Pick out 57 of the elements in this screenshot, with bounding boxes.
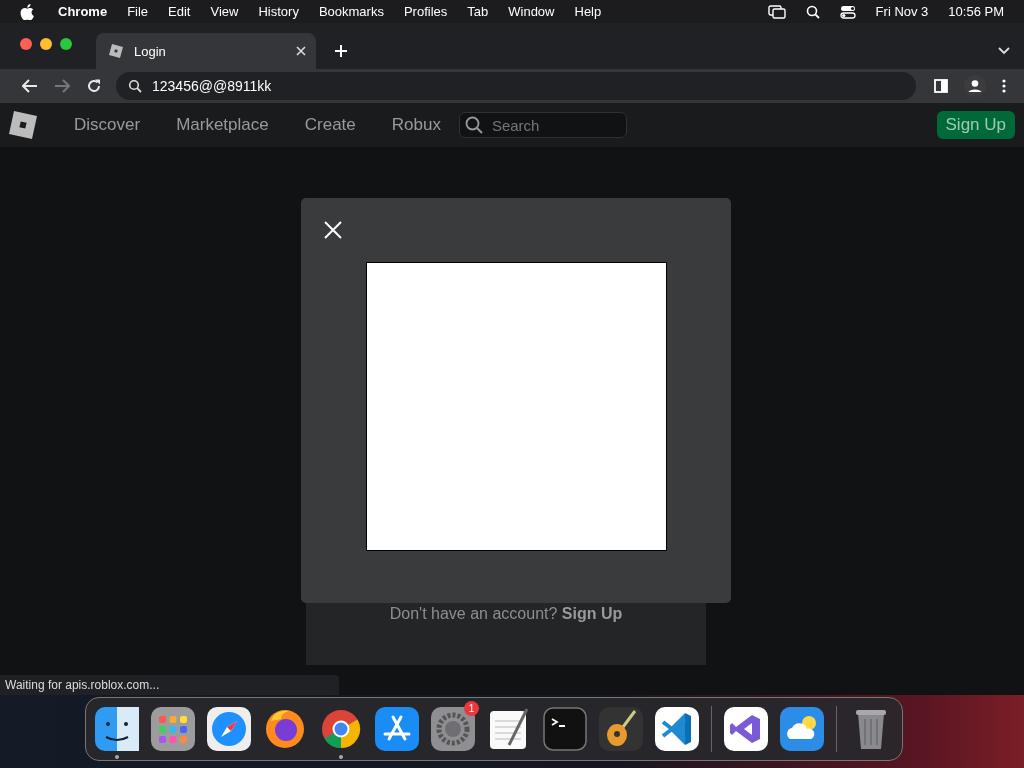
- nav-link[interactable]: Discover: [56, 115, 159, 135]
- chevron-down-icon[interactable]: [998, 47, 1010, 55]
- browser-logo-icon[interactable]: [319, 707, 363, 751]
- window-close-button[interactable]: [20, 38, 32, 50]
- infinity-logo-icon[interactable]: [724, 707, 768, 751]
- finder-icon[interactable]: [95, 707, 139, 751]
- search-icon[interactable]: [805, 4, 820, 19]
- window-zoom-button[interactable]: [60, 38, 72, 50]
- forward-arrow-icon[interactable]: [54, 79, 70, 93]
- more-menu-icon[interactable]: [1002, 79, 1006, 93]
- terminal-icon[interactable]: [543, 707, 587, 751]
- close-icon: [324, 221, 342, 239]
- status-text: Waiting for apis.roblox.com...: [0, 675, 339, 695]
- menu-item[interactable]: Bookmarks: [308, 4, 394, 19]
- guitar-icon[interactable]: [599, 707, 643, 751]
- screen-mirroring-icon[interactable]: [767, 4, 786, 19]
- menu-date: Fri Nov 3: [874, 4, 930, 19]
- menu-item[interactable]: Profiles: [393, 4, 458, 19]
- code-editor-icon[interactable]: [655, 707, 699, 751]
- menu-item[interactable]: Window: [498, 4, 565, 19]
- back-arrow-icon[interactable]: [22, 79, 38, 93]
- menu-item[interactable]: Help: [564, 4, 612, 19]
- control-center-icon[interactable]: [839, 4, 856, 19]
- menu-item[interactable]: History: [248, 4, 309, 19]
- nav-link[interactable]: Create: [286, 115, 374, 135]
- close-icon[interactable]: [296, 46, 306, 56]
- app-grid-icon[interactable]: [151, 707, 195, 751]
- window-minimize-button[interactable]: [40, 38, 52, 50]
- menu-item[interactable]: File: [117, 4, 159, 19]
- menu-item[interactable]: Tab: [457, 4, 499, 19]
- new-tab-icon[interactable]: [334, 44, 348, 58]
- menu-time: 10:56 PM: [947, 4, 1005, 19]
- site-logo-icon: [108, 43, 124, 59]
- nav-link[interactable]: Marketplace: [158, 115, 287, 135]
- browser-tab[interactable]: Login: [96, 33, 316, 69]
- app-store-icon[interactable]: [375, 707, 419, 751]
- apple-logo-icon[interactable]: [20, 3, 34, 20]
- site-logo-icon[interactable]: [8, 110, 38, 140]
- compass-icon[interactable]: [207, 707, 251, 751]
- address-bar[interactable]: 123456@@8911kk: [116, 72, 916, 100]
- nav-link[interactable]: Robux: [373, 115, 459, 135]
- cloud-sun-icon[interactable]: [780, 707, 824, 751]
- sign-up-prompt: Don't have an account? Sign Up: [389, 605, 623, 624]
- reload-icon[interactable]: [86, 78, 102, 94]
- sign-up-button[interactable]: Sign Up: [936, 111, 1015, 139]
- side-panel-icon[interactable]: [934, 79, 948, 93]
- tab-title: Login: [134, 43, 166, 59]
- fox-globe-icon[interactable]: [263, 707, 307, 751]
- notepad-pen-icon[interactable]: [487, 707, 531, 751]
- profile-icon[interactable]: [964, 75, 986, 97]
- app-menu[interactable]: Chrome: [48, 4, 118, 19]
- notification-badge: 1: [464, 701, 479, 716]
- close-button[interactable]: [323, 220, 343, 240]
- search-field[interactable]: Search: [458, 112, 627, 138]
- menu-item[interactable]: View: [200, 4, 249, 19]
- sign-up-link[interactable]: Sign Up: [561, 605, 623, 622]
- menu-item[interactable]: Edit: [158, 4, 201, 19]
